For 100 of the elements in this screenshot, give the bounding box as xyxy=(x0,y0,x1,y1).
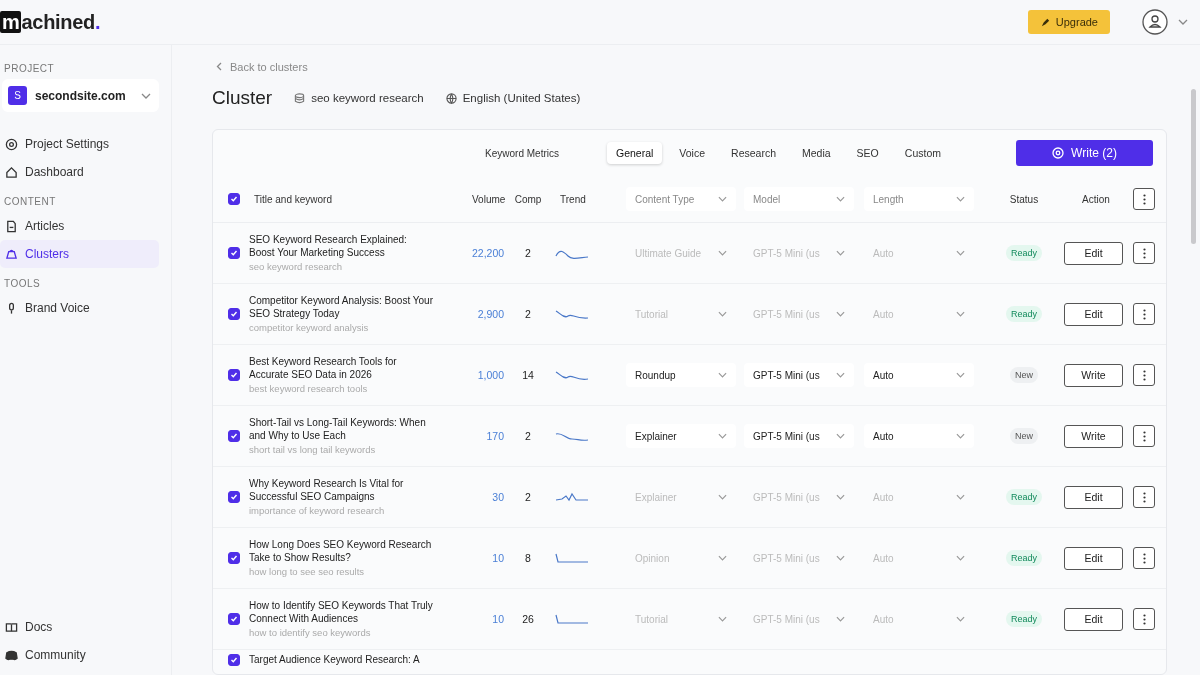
checkbox[interactable] xyxy=(228,369,240,381)
column-group-label: Keyword Metrics xyxy=(484,147,560,159)
tab[interactable]: Research xyxy=(722,142,785,164)
volume-value: 1,000 xyxy=(476,369,504,381)
status-badge: Ready xyxy=(1006,550,1042,566)
gear-icon xyxy=(5,137,18,151)
status-badge: Ready xyxy=(1006,611,1042,627)
more-button[interactable] xyxy=(1133,303,1155,325)
article-title: Best Keyword Research Tools for Accurate SEO Data in 2026 xyxy=(249,356,398,381)
chevron-down-icon xyxy=(718,250,727,256)
tab[interactable]: SEO xyxy=(847,142,888,164)
scrollbar-thumb[interactable] xyxy=(1190,89,1196,244)
tab[interactable]: General xyxy=(607,142,663,164)
sidebar-item[interactable]: Community xyxy=(0,641,159,669)
checkbox[interactable] xyxy=(228,654,240,666)
home-icon xyxy=(5,165,18,179)
column-header: Title and keyword xyxy=(253,193,333,205)
back-link[interactable]: Back to clusters xyxy=(216,60,308,73)
chevron-down-icon xyxy=(956,311,965,317)
filter-dropdown[interactable]: Length xyxy=(864,187,974,211)
volume-value: 2,900 xyxy=(476,308,504,320)
keyword-text: how to identify seo keywords xyxy=(249,627,372,638)
more-button[interactable] xyxy=(1133,486,1155,508)
chevron-down-icon xyxy=(836,250,845,256)
caret-icon[interactable] xyxy=(1178,19,1188,25)
sidebar-item[interactable]: Docs xyxy=(0,613,159,641)
language-label: English (United States) xyxy=(462,92,581,104)
comp-value: 14 xyxy=(521,369,535,381)
column-header: Volume xyxy=(472,193,504,205)
tab[interactable]: Media xyxy=(793,142,840,164)
article-title: Why Keyword Research Is Vital for Successful SEO Campaigns xyxy=(249,478,405,503)
kebab-icon xyxy=(1142,308,1146,320)
filter-dropdown[interactable]: Content Type xyxy=(626,187,736,211)
chevron-down-icon xyxy=(836,555,845,561)
article-title: Short-Tail vs Long-Tail Keywords: When and Why to Use Each xyxy=(249,417,427,442)
trend-sparkline xyxy=(554,552,590,564)
kebab-icon xyxy=(1142,430,1146,442)
comp-value: 2 xyxy=(524,247,532,259)
stack-icon xyxy=(294,92,306,104)
kebab-icon xyxy=(1142,613,1146,625)
checkbox[interactable] xyxy=(228,430,240,442)
checkmark-icon xyxy=(230,371,238,379)
tab[interactable]: Voice xyxy=(670,142,715,164)
chevron-down-icon xyxy=(836,616,845,622)
sidebar-item[interactable]: Articles xyxy=(0,212,159,240)
dropdown[interactable]: GPT-5 Mini (us xyxy=(744,363,854,387)
volume-value: 22,200 xyxy=(472,247,504,259)
dropdown[interactable]: Auto xyxy=(864,424,974,448)
dropdown[interactable]: Explainer xyxy=(626,424,736,448)
keyword-text: how long to see seo results xyxy=(249,566,366,577)
trend-sparkline xyxy=(554,308,590,320)
status-badge: New xyxy=(1010,428,1038,444)
more-button[interactable] xyxy=(1133,547,1155,569)
chevron-down-icon xyxy=(956,372,965,378)
sidebar-item[interactable]: Dashboard xyxy=(0,158,159,186)
comp-value: 26 xyxy=(521,613,535,625)
sidebar-item[interactable]: Brand Voice xyxy=(0,294,159,322)
chevron-down-icon xyxy=(718,616,727,622)
status-badge: Ready xyxy=(1006,245,1042,261)
action-button[interactable]: Write xyxy=(1064,363,1123,387)
chevron-down-icon xyxy=(836,433,845,439)
more-button[interactable] xyxy=(1133,364,1155,386)
chevron-down-icon xyxy=(956,250,965,256)
checkbox[interactable] xyxy=(228,193,240,205)
user-avatar-icon[interactable] xyxy=(1142,9,1168,35)
kebab-icon xyxy=(1142,247,1146,259)
keyword-text: competitor keyword analysis xyxy=(249,322,370,333)
sidebar-item[interactable]: Project Settings xyxy=(0,130,159,158)
section-heading: CONTENT xyxy=(3,196,57,207)
cluster-keyword: seo keyword research xyxy=(311,92,424,104)
project-selector[interactable]: S secondsite.com xyxy=(2,79,159,112)
more-button[interactable] xyxy=(1133,608,1155,630)
status-badge: New xyxy=(1010,367,1038,383)
chevron-down-icon xyxy=(956,616,965,622)
chevron-down-icon xyxy=(836,196,845,202)
chevron-down-icon xyxy=(956,494,965,500)
column-header: Action xyxy=(1081,193,1111,205)
article-title: Target Audience Keyword Research: A xyxy=(248,654,421,667)
action-button[interactable]: Write xyxy=(1064,424,1123,448)
article-title: How Long Does SEO Keyword Research Take to Show Results? xyxy=(249,539,433,564)
kebab-icon xyxy=(1142,491,1146,503)
dropdown[interactable]: Roundup xyxy=(626,363,736,387)
kebab-icon xyxy=(1142,552,1146,564)
tab[interactable]: Custom xyxy=(895,142,950,164)
chevron-down-icon xyxy=(718,494,727,500)
checkmark-icon xyxy=(230,615,238,623)
kebab-icon xyxy=(1142,193,1146,205)
upgrade-button[interactable]: Upgrade xyxy=(1027,10,1110,34)
write-button[interactable]: Write (2) xyxy=(1016,140,1153,166)
checkmark-icon xyxy=(230,432,238,440)
dropdown[interactable]: GPT-5 Mini (us xyxy=(744,424,854,448)
more-button[interactable] xyxy=(1133,425,1155,447)
checkmark-icon xyxy=(230,656,238,664)
chevron-down-icon xyxy=(956,196,965,202)
more-button[interactable] xyxy=(1133,242,1155,264)
sidebar-item[interactable]: Clusters xyxy=(0,240,159,268)
volume-value: 30 xyxy=(491,491,504,503)
filter-dropdown[interactable]: Model xyxy=(744,187,854,211)
more-button[interactable] xyxy=(1133,188,1155,210)
dropdown[interactable]: Auto xyxy=(864,363,974,387)
